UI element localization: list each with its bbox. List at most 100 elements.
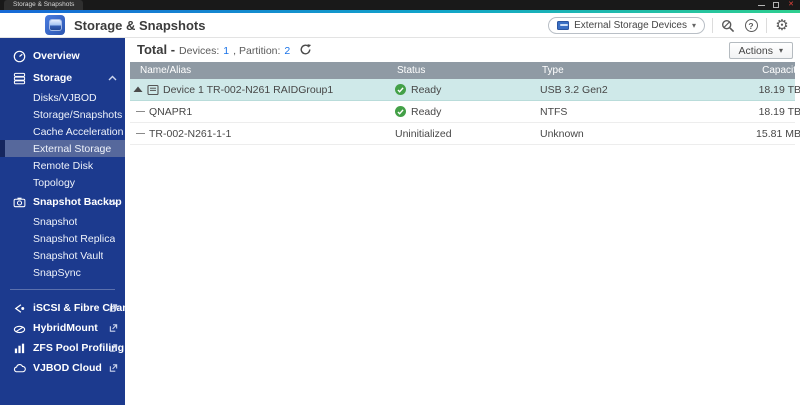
external-link-icon xyxy=(109,324,118,333)
sidebar-item-topology[interactable]: Topology xyxy=(0,174,125,191)
sidebar: Overview Storage Disks/VJBOD Storage/Sna… xyxy=(0,38,125,405)
divider xyxy=(766,18,767,33)
total-label: Total - xyxy=(137,42,175,57)
chevron-down-icon: ▾ xyxy=(692,21,696,30)
app-header: Storage & Snapshots External Storage Dev… xyxy=(0,13,800,38)
device-name: Device 1 TR-002-N261 RAIDGroup1 xyxy=(163,84,333,96)
external-link-icon xyxy=(109,364,118,373)
status-text: Ready xyxy=(411,84,441,96)
sidebar-item-label: External Storage xyxy=(33,143,111,155)
sidebar-item-snapshot[interactable]: Snapshot xyxy=(0,213,125,230)
window-titlebar: Storage & Snapshots ✕ xyxy=(0,0,800,10)
capacity-text: 15.81 MB xyxy=(756,128,800,140)
sidebar-item-vjbod-cloud[interactable]: VJBOD Cloud xyxy=(0,358,125,378)
status-ready-icon xyxy=(395,106,406,117)
external-link-icon xyxy=(109,304,118,313)
tree-line xyxy=(136,111,145,112)
sidebar-item-label: Storage xyxy=(33,72,72,84)
sidebar-item-label: Overview xyxy=(33,50,80,62)
maximize-icon[interactable] xyxy=(772,1,780,9)
storage-table: Name/Alias Status Type Capacity Utilizat… xyxy=(130,62,795,145)
minimize-icon[interactable] xyxy=(757,1,765,9)
sidebar-item-storage-snapshots[interactable]: Storage/Snapshots xyxy=(0,106,125,123)
sidebar-item-label: SnapSync xyxy=(33,267,81,279)
type-text: Unknown xyxy=(540,128,584,140)
table-row-partition[interactable]: QNAPR1 Ready NTFS 18.19 TB xyxy=(130,101,795,123)
sidebar-item-label: Topology xyxy=(33,177,75,189)
collapse-chevron-icon[interactable] xyxy=(133,86,143,93)
partition-count: 2 xyxy=(284,45,290,57)
partition-name: QNAPR1 xyxy=(149,106,192,118)
sidebar-item-label: HybridMount xyxy=(33,322,98,334)
table-row-device[interactable]: Device 1 TR-002-N261 RAIDGroup1 Ready US… xyxy=(130,79,795,101)
gauge-icon xyxy=(12,49,27,63)
partition-label: , Partition: xyxy=(233,45,280,57)
column-header-status[interactable]: Status xyxy=(395,65,540,76)
content-toolbar: Total - Devices: 1 , Partition: 2 Action… xyxy=(125,38,800,62)
sidebar-item-label: Storage/Snapshots xyxy=(33,109,122,121)
external-link-icon xyxy=(109,344,118,353)
devices-label: Devices: xyxy=(179,45,219,57)
table-header: Name/Alias Status Type Capacity Utilizat… xyxy=(130,62,795,79)
actions-button[interactable]: Actions ▾ xyxy=(729,42,793,59)
type-text: NTFS xyxy=(540,106,567,118)
help-icon[interactable]: ? xyxy=(743,18,759,34)
capacity-text: 18.19 TB xyxy=(759,106,800,118)
chevron-down-icon: ▾ xyxy=(779,46,783,55)
sidebar-item-storage[interactable]: Storage xyxy=(0,67,125,89)
type-text: USB 3.2 Gen2 xyxy=(540,84,608,96)
storage-snapshots-app-icon xyxy=(45,15,65,35)
column-header-name[interactable]: Name/Alias xyxy=(130,65,395,76)
sidebar-item-overview[interactable]: Overview xyxy=(0,45,125,67)
actions-label: Actions xyxy=(739,45,773,57)
partition-name: TR-002-N261-1-1 xyxy=(149,128,231,140)
sidebar-item-snapshot-backup[interactable]: Snapshot Backup xyxy=(0,191,125,213)
page-title: Storage & Snapshots xyxy=(74,18,205,33)
close-icon[interactable]: ✕ xyxy=(787,1,795,9)
external-device-icon xyxy=(557,21,569,30)
camera-icon xyxy=(12,195,27,209)
chevron-up-icon[interactable] xyxy=(108,75,117,81)
sidebar-item-iscsi-fibre-channel[interactable]: iSCSI & Fibre Channel xyxy=(0,298,125,318)
hybridmount-icon xyxy=(12,321,27,335)
divider xyxy=(712,18,713,33)
sidebar-item-snapsync[interactable]: SnapSync xyxy=(0,264,125,281)
external-storage-devices-dropdown[interactable]: External Storage Devices ▾ xyxy=(548,17,705,34)
refresh-icon[interactable] xyxy=(299,43,312,56)
column-header-capacity[interactable]: Capacity xyxy=(675,65,800,76)
sidebar-item-label: Disks/VJBOD xyxy=(33,92,97,104)
window-tab-title: Storage & Snapshots xyxy=(13,1,74,8)
search-icon[interactable] xyxy=(720,18,736,34)
sidebar-item-label: Remote Disk xyxy=(33,160,93,172)
summary-line: Total - Devices: 1 , Partition: 2 xyxy=(137,42,312,57)
disks-icon xyxy=(12,71,27,85)
sidebar-item-label: Cache Acceleration xyxy=(33,126,123,138)
devices-count: 1 xyxy=(223,45,229,57)
sidebar-item-label: VJBOD Cloud xyxy=(33,362,102,374)
sidebar-item-disks-vjbod[interactable]: Disks/VJBOD xyxy=(0,89,125,106)
status-ready-icon xyxy=(395,84,406,95)
sidebar-item-cache-acceleration[interactable]: Cache Acceleration xyxy=(0,123,125,140)
sidebar-item-label: Snapshot xyxy=(33,216,77,228)
iscsi-icon xyxy=(12,301,27,315)
sidebar-item-label: Snapshot Vault xyxy=(33,250,103,262)
chevron-up-icon[interactable] xyxy=(108,199,117,205)
main-content: Total - Devices: 1 , Partition: 2 Action… xyxy=(125,38,800,405)
table-row-partition[interactable]: TR-002-N261-1-1 Uninitialized Unknown 15… xyxy=(130,123,795,145)
sidebar-item-zfs-pool-profiling-tool[interactable]: ZFS Pool Profiling Tool xyxy=(0,338,125,358)
sidebar-item-snapshot-replica[interactable]: Snapshot Replica xyxy=(0,230,125,247)
sidebar-divider xyxy=(10,289,115,290)
zfs-tool-icon xyxy=(12,341,27,355)
device-selector-label: External Storage Devices xyxy=(574,20,687,31)
tree-line xyxy=(136,133,145,134)
column-header-type[interactable]: Type xyxy=(540,65,675,76)
enclosure-icon xyxy=(147,84,159,96)
sidebar-item-remote-disk[interactable]: Remote Disk xyxy=(0,157,125,174)
sidebar-item-hybridmount[interactable]: HybridMount xyxy=(0,318,125,338)
sidebar-item-snapshot-vault[interactable]: Snapshot Vault xyxy=(0,247,125,264)
sidebar-item-external-storage[interactable]: External Storage xyxy=(0,140,125,157)
capacity-text: 18.19 TB xyxy=(759,84,800,96)
window-tab[interactable]: Storage & Snapshots xyxy=(4,0,83,10)
cloud-icon xyxy=(12,361,27,375)
gear-icon[interactable]: ⚙ xyxy=(774,18,790,34)
